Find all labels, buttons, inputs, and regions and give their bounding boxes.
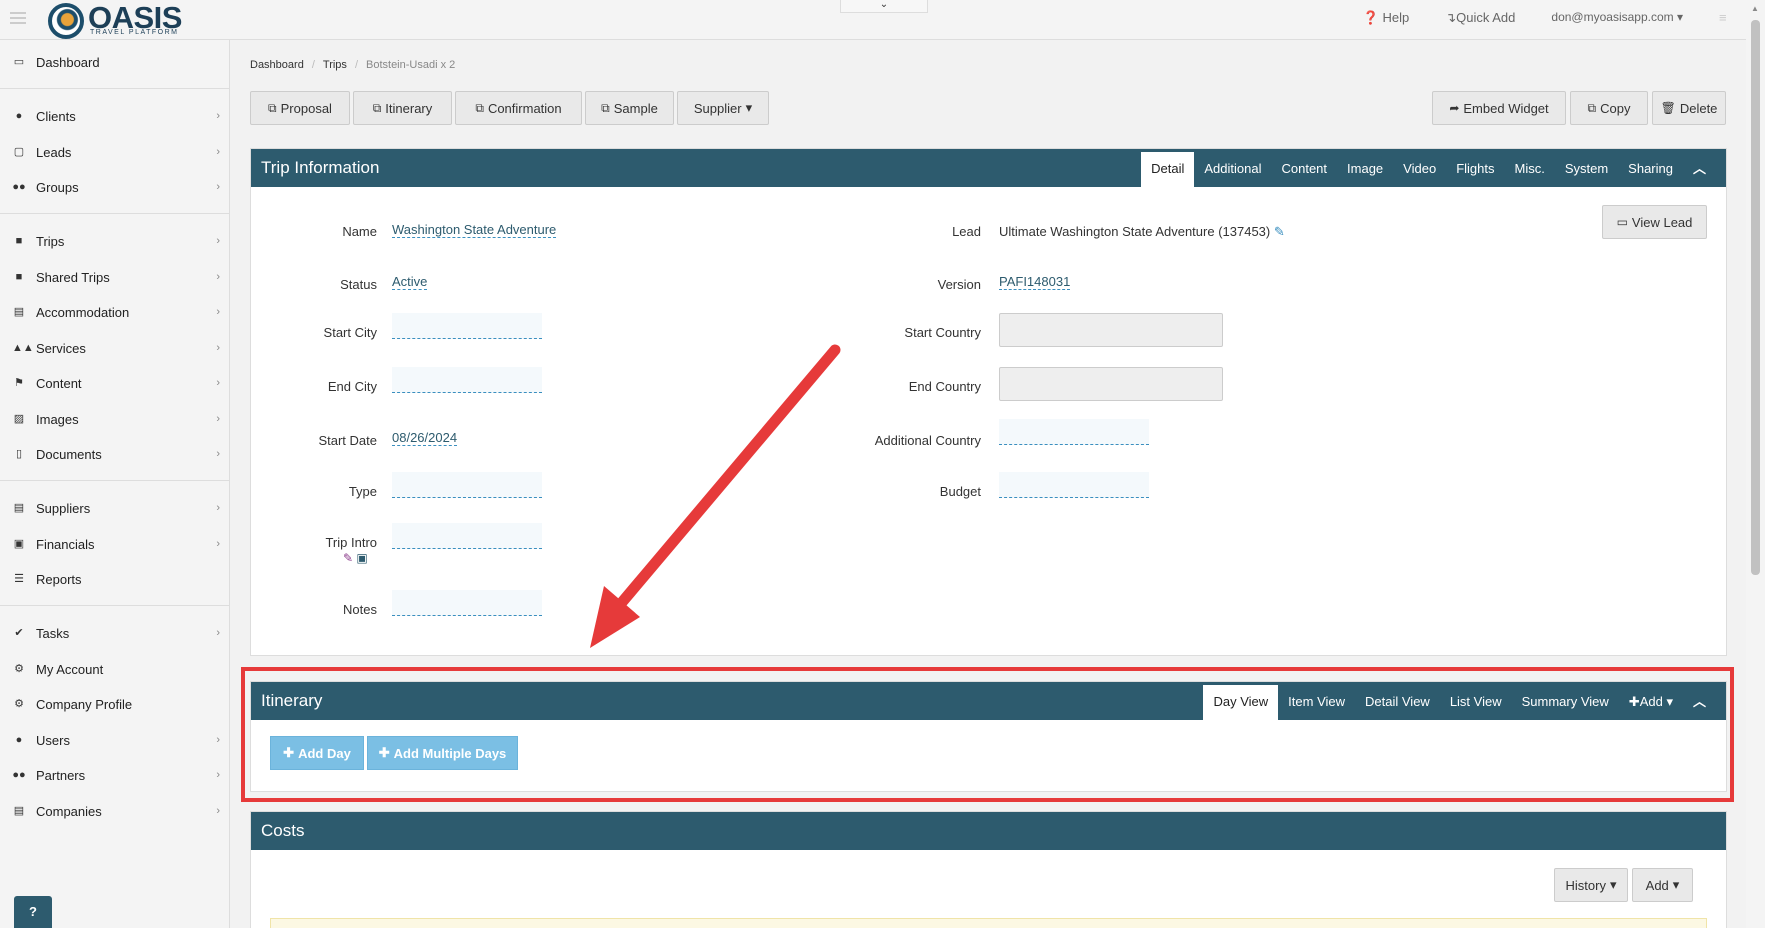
scroll-thumb[interactable] [1751, 20, 1760, 575]
arrow-annotation [590, 344, 841, 648]
scrollbar[interactable]: ▲ [1746, 0, 1765, 928]
scroll-up-icon[interactable]: ▲ [1751, 4, 1759, 13]
arrow-shaft [612, 344, 841, 613]
